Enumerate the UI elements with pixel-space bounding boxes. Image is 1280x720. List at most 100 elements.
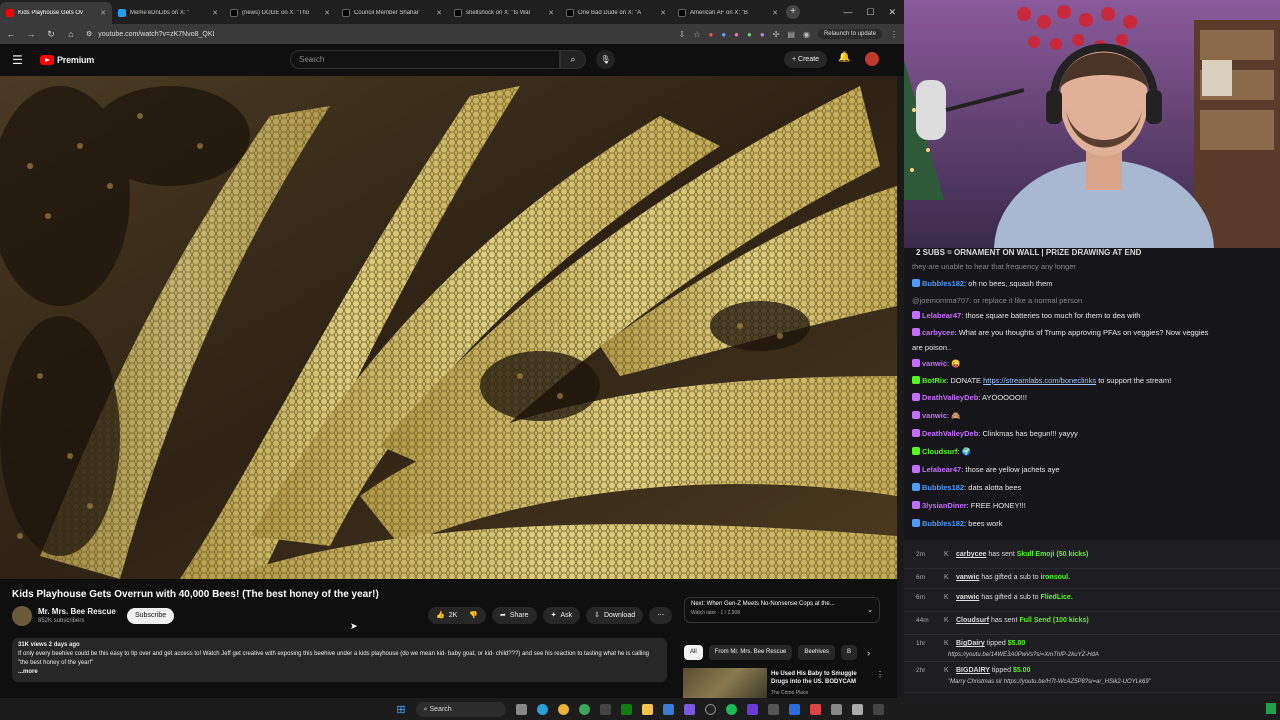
chat-username[interactable]: vanwic <box>922 411 947 420</box>
chat-username[interactable]: 3lysianDiner <box>922 501 967 510</box>
chat-username[interactable]: vanwic <box>922 359 947 368</box>
chip-from-channel[interactable]: From Mr. Mrs. Bee Rescue <box>708 645 793 660</box>
notifications-bell-icon[interactable]: 🔔 <box>838 52 850 63</box>
home-icon[interactable]: ⌂ <box>66 29 76 39</box>
windows-start-icon[interactable]: ⊞ <box>396 703 405 716</box>
youtube-logo[interactable]: Premium <box>40 55 94 65</box>
up-next-box[interactable]: Next: When Gen-Z Meets No-Nonsense Cops … <box>684 597 880 623</box>
browser-tab-4[interactable]: shellshock on X: "Is Wal ✕ <box>448 2 560 24</box>
close-tab-icon[interactable]: ✕ <box>436 9 442 17</box>
like-button[interactable]: 👍 2K 👎 <box>428 607 486 624</box>
app-icon[interactable] <box>809 703 821 715</box>
browser-tab-3[interactable]: Council Member Shahar ✕ <box>336 2 448 24</box>
app-icon[interactable] <box>830 703 842 715</box>
app-icon[interactable] <box>872 703 884 715</box>
thumbs-down-icon[interactable]: 👎 <box>469 607 478 624</box>
obs-icon[interactable] <box>704 703 716 715</box>
event-username[interactable]: BigDairy <box>956 640 985 647</box>
chat-username[interactable]: Lelabear47 <box>922 311 961 320</box>
profile-icon[interactable]: ◉ <box>803 30 810 39</box>
relaunch-button[interactable]: Relaunch to update <box>817 29 882 39</box>
microphone-icon[interactable]: 🎙 <box>596 50 615 69</box>
chevron-down-icon[interactable]: ⌄ <box>867 606 873 614</box>
search-icon[interactable]: ⌕ <box>560 50 586 69</box>
app-icon[interactable] <box>767 703 779 715</box>
close-tab-icon[interactable]: ✕ <box>212 9 218 17</box>
browser-tab-5[interactable]: One Bad Dude on X: "A ✕ <box>560 2 672 24</box>
sidebar-icon[interactable]: ▤ <box>787 30 795 39</box>
channel-avatar[interactable] <box>12 606 32 626</box>
puzzle-icon[interactable]: ✣ <box>773 30 780 39</box>
chat-username[interactable]: BotRix <box>922 376 946 385</box>
maximize-icon[interactable]: ☐ <box>866 7 874 18</box>
spotify-icon[interactable] <box>725 703 737 715</box>
event-username[interactable]: vanwic <box>956 594 979 601</box>
chip-more[interactable]: B <box>841 645 858 660</box>
taskbar-search[interactable]: ⌕ Search <box>415 701 506 717</box>
terminal-icon[interactable] <box>599 703 611 715</box>
recommended-more-icon[interactable]: ⋮ <box>876 670 884 679</box>
close-tab-icon[interactable]: ✕ <box>660 9 666 17</box>
minimize-icon[interactable]: — <box>843 7 852 18</box>
event-username[interactable]: BIGDAIRY <box>956 667 990 674</box>
event-username[interactable]: Cloudsurf <box>956 617 989 624</box>
app-icon[interactable] <box>683 703 695 715</box>
install-icon[interactable]: ⇩ <box>679 30 686 39</box>
task-view-icon[interactable] <box>515 703 527 715</box>
chat-username[interactable]: Cloudsurf <box>922 447 957 456</box>
browser-tab-2[interactable]: (news) DOGE on X: "Tho ✕ <box>224 2 336 24</box>
chat-username[interactable]: DeathValleyDeb <box>922 429 978 438</box>
bookmark-star-icon[interactable]: ☆ <box>693 30 700 39</box>
kebab-menu-icon[interactable]: ⋮ <box>890 30 898 39</box>
share-button[interactable]: ➦ Share <box>492 607 537 624</box>
more-actions-button[interactable]: ⋯ <box>649 607 673 624</box>
extension-icon[interactable]: ● <box>708 30 713 39</box>
xbox-icon[interactable] <box>620 703 632 715</box>
account-avatar[interactable] <box>865 52 879 66</box>
browser-tab-1[interactable]: Meme'eDnLibs on X: " ✕ <box>112 2 224 24</box>
chat-username[interactable]: carbycee <box>922 328 955 337</box>
chat-username[interactable]: Lelabear47 <box>922 465 961 474</box>
create-button[interactable]: + Create <box>784 51 828 68</box>
chrome-alt-icon[interactable] <box>578 703 590 715</box>
browser-tab-0[interactable]: Kids Playhouse Gets Ov ✕ <box>0 2 112 24</box>
edge-icon[interactable] <box>536 703 548 715</box>
browser-tab-6[interactable]: American AF on X: "B ✕ <box>672 2 784 24</box>
new-tab-button[interactable]: + <box>786 5 800 19</box>
media-icon[interactable] <box>746 703 758 715</box>
chip-all[interactable]: All <box>684 645 703 660</box>
search-input[interactable]: Search <box>290 50 560 69</box>
site-info-icon[interactable]: ⚙ <box>86 30 92 38</box>
chat-link[interactable]: https://streamlabs.com/boneclinks <box>983 376 1096 385</box>
forward-icon[interactable]: → <box>26 29 36 39</box>
store-icon[interactable] <box>662 703 674 715</box>
extension-icon[interactable]: ● <box>760 30 765 39</box>
chevron-right-icon[interactable]: › <box>867 648 870 658</box>
extension-icon[interactable]: ● <box>747 30 752 39</box>
app-icon[interactable] <box>851 703 863 715</box>
chat-username[interactable]: DeathValleyDeb <box>922 393 978 402</box>
url-field[interactable]: ⚙ youtube.com/watch?v=zK7Nvo8_QKI <box>86 30 669 39</box>
folder-icon[interactable] <box>641 703 653 715</box>
close-window-icon[interactable]: ✕ <box>888 7 896 18</box>
hamburger-menu-icon[interactable]: ☰ <box>12 53 32 67</box>
close-tab-icon[interactable]: ✕ <box>324 9 330 17</box>
subscribe-button[interactable]: Subscribe <box>127 608 175 624</box>
recommended-thumbnail[interactable] <box>683 668 767 698</box>
reload-icon[interactable]: ↻ <box>46 29 56 40</box>
chat-username[interactable]: Bubbles182 <box>922 519 964 528</box>
description-more-link[interactable]: ...more <box>18 668 661 677</box>
back-icon[interactable]: ← <box>6 29 16 39</box>
chat-username[interactable]: Bubbles182 <box>922 483 964 492</box>
close-tab-icon[interactable]: ✕ <box>548 9 554 17</box>
chat-username[interactable]: Bubbles182 <box>922 279 964 288</box>
description-box[interactable]: 31K views 2 days ago If only every beehi… <box>12 638 667 682</box>
recommended-title[interactable]: He Used His Baby to Smuggle Drugs into t… <box>771 670 871 686</box>
page-scrollbar[interactable] <box>897 76 904 698</box>
event-username[interactable]: carbycee <box>956 551 986 558</box>
event-username[interactable]: vanwic <box>956 574 979 581</box>
extension-icon[interactable]: ● <box>721 30 726 39</box>
extension-icon[interactable]: ● <box>734 30 739 39</box>
video-player[interactable] <box>0 76 897 579</box>
kick-app-icon[interactable] <box>1266 703 1276 714</box>
